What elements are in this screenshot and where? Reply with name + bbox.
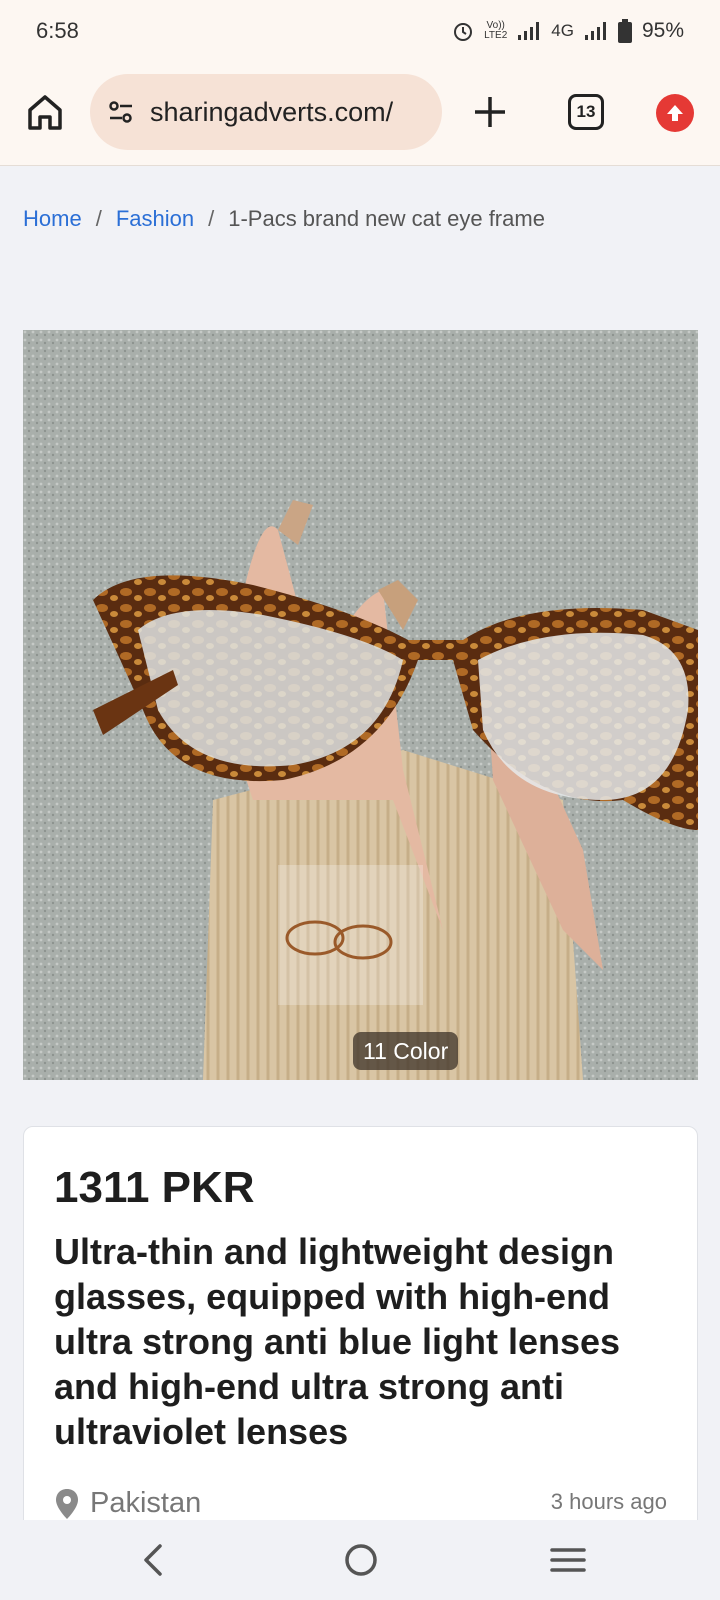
alarm-icon [454, 23, 473, 41]
breadcrumb-current: 1-Pacs brand new cat eye frame [228, 206, 545, 231]
update-icon[interactable] [656, 94, 694, 132]
signal-icon [518, 22, 540, 40]
breadcrumb: Home / Fashion/1-Pacs brand new cat eye fr… [23, 206, 545, 231]
home-circle-icon[interactable] [341, 1540, 381, 1580]
listing-card: 1311 PKR Ultra-thin and lightweight desi… [23, 1126, 698, 1546]
breadcrumb-home-link[interactable]: Home [23, 206, 82, 231]
status-bar: 6:58 Vo)) LTE2 4G 95% [0, 0, 720, 62]
product-photo-illustration [23, 330, 698, 1080]
status-time: 6:58 [36, 18, 79, 43]
url-text: sharingadverts.com/ [150, 96, 394, 127]
address-bar[interactable]: sharingadverts.com/ [90, 74, 442, 150]
tab-switcher-button[interactable]: 13 [568, 94, 604, 130]
listing-price: 1311 PKR [54, 1163, 255, 1212]
signal-icon-2 [584, 22, 606, 40]
listing-title: Ultra-thin and lightweight design glasse… [54, 1231, 621, 1452]
breadcrumb-category-link[interactable]: Fashion [116, 206, 194, 231]
recents-icon[interactable] [548, 1540, 588, 1580]
volte-indicator: Vo)) LTE2 [484, 20, 508, 41]
battery-icon [617, 19, 632, 43]
network-type: 4G [551, 21, 574, 40]
battery-level: 95% [641, 19, 684, 42]
listing-location: Pakistan [54, 1487, 201, 1520]
status-icons: Vo)) LTE2 4G 95% [452, 19, 684, 43]
product-image[interactable]: 11 Color [23, 330, 698, 1080]
color-count-badge: 11 Color [353, 1032, 459, 1070]
browser-toolbar: sharingadverts.com/ 13 [0, 62, 720, 166]
site-settings-icon[interactable] [106, 97, 136, 127]
new-tab-icon[interactable] [470, 92, 510, 132]
back-icon[interactable] [134, 1540, 174, 1580]
home-icon[interactable] [26, 92, 64, 132]
posted-time: 3 hours ago [550, 1489, 667, 1514]
location-text: Pakistan [90, 1487, 202, 1519]
location-pin-icon [56, 1488, 78, 1519]
system-nav-bar [0, 1520, 720, 1600]
